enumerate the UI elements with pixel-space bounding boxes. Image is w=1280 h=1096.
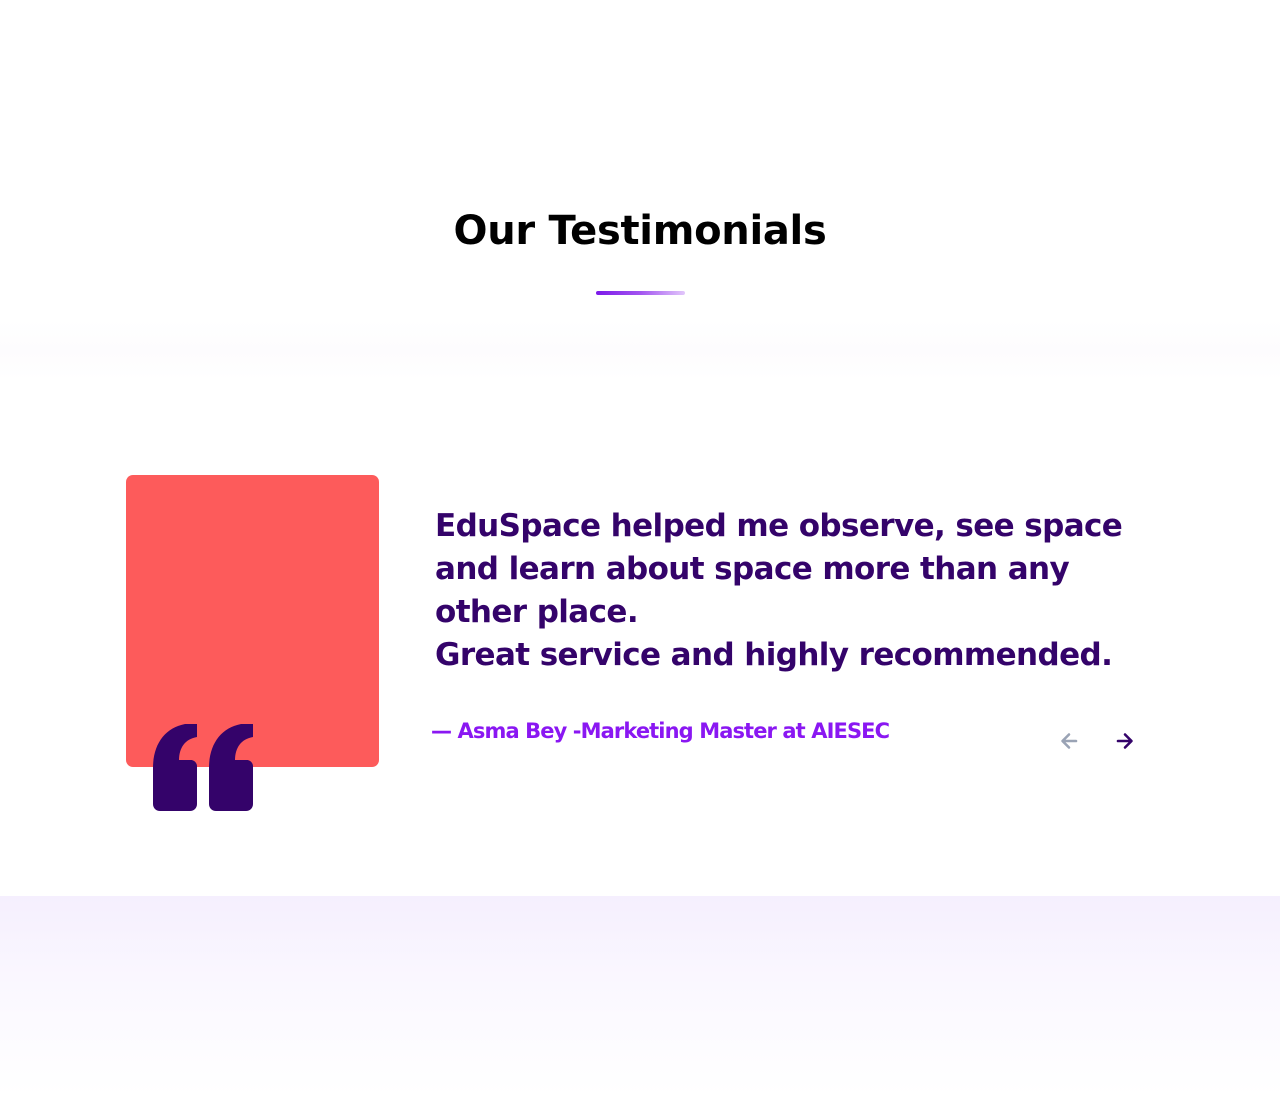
quote-icon bbox=[153, 724, 253, 811]
footer-band bbox=[0, 896, 1280, 1096]
section-background bbox=[0, 320, 1280, 380]
title-underline bbox=[596, 291, 685, 295]
arrow-left-icon bbox=[1061, 733, 1078, 749]
next-button[interactable] bbox=[1112, 728, 1138, 754]
quote-line: EduSpace helped me observe, see space bbox=[435, 508, 1123, 544]
section-title: Our Testimonials bbox=[453, 208, 827, 254]
quote-line: and learn about space more than any bbox=[435, 551, 1070, 587]
quote-line: Great service and highly recommended. bbox=[435, 637, 1113, 673]
testimonial-author: — Asma Bey -Marketing Master at AIESEC bbox=[431, 719, 890, 743]
arrow-right-icon bbox=[1116, 733, 1133, 749]
previous-button[interactable] bbox=[1056, 728, 1082, 754]
quote-line: other place. bbox=[435, 594, 639, 630]
testimonial-quote: EduSpace helped me observe, see space an… bbox=[435, 505, 1155, 677]
